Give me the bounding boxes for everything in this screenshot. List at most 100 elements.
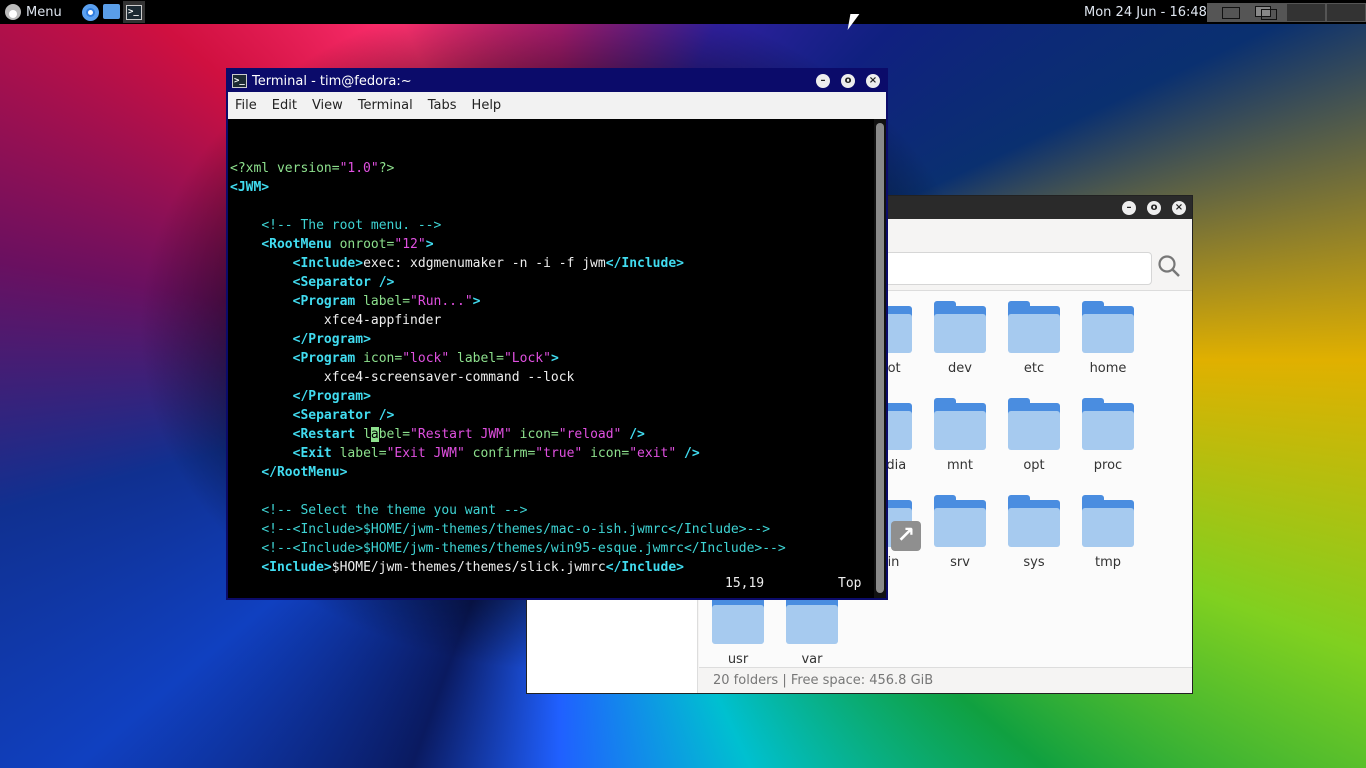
code-token: <Program (292, 294, 364, 309)
code-token: label= (449, 351, 504, 366)
code-token: <!-- The root menu. --> (261, 218, 442, 233)
code-token: </Program> (292, 389, 371, 404)
code-line: <Program label="Run..."> (230, 292, 874, 311)
folder-item[interactable]: mnt (929, 398, 991, 473)
chromium-icon[interactable] (82, 4, 99, 21)
code-token: <JWM> (230, 180, 270, 195)
folder-name: home (1089, 361, 1127, 376)
code-token: "Run..." (410, 294, 473, 309)
code-line: <Restart label="Restart JWM" icon="reloa… (230, 425, 874, 444)
folder-item[interactable]: sys (1003, 495, 1065, 570)
editor-text: <?xml version="1.0"?> <JWM> <!-- The root… (230, 159, 874, 598)
workspace-3[interactable] (1286, 3, 1326, 22)
menu-view[interactable]: View (312, 98, 343, 113)
folder-item[interactable]: opt (1003, 398, 1065, 473)
menu-help[interactable]: Help (472, 98, 502, 113)
code-line: </Program> (230, 330, 874, 349)
code-line: <!-- The root menu. --> (230, 216, 874, 235)
code-line: <Separator /> (230, 273, 874, 292)
folder-item[interactable]: dev (929, 301, 991, 376)
clock[interactable]: Mon 24 Jun - 16:48 (1084, 0, 1207, 24)
menu-file[interactable]: File (235, 98, 257, 113)
folder-item[interactable]: srv (929, 495, 991, 570)
code-token: exec: xdgmenumaker -n -i -f jwm (363, 256, 606, 271)
folder-icon (934, 301, 986, 353)
close-icon[interactable]: × (1172, 201, 1186, 215)
code-token: ?> (378, 161, 395, 176)
terminal-icon: >_ (126, 4, 142, 20)
code-token: "true" (535, 446, 583, 461)
code-token: /> (621, 427, 645, 442)
symlink-icon: ↗ (891, 521, 921, 551)
code-token: > (550, 351, 559, 366)
terminal-window: >_ Terminal - tim@fedora:~ – o × File Ed… (226, 68, 888, 600)
code-token: </Include> (605, 256, 684, 271)
file-manager-icon[interactable] (103, 4, 120, 19)
terminal-launcher[interactable]: >_ (123, 1, 145, 23)
code-line: <JWM> (230, 178, 874, 197)
code-token: "lock" (402, 351, 450, 366)
minimize-icon[interactable]: – (816, 74, 830, 88)
code-line: <Include>exec: xdgmenumaker -n -i -f jwm… (230, 254, 874, 273)
terminal-output[interactable]: <?xml version="1.0"?> <JWM> <!-- The root… (228, 119, 874, 598)
folder-icon (934, 495, 986, 547)
code-token: </Include> (605, 560, 684, 575)
text-cursor: a (370, 427, 379, 442)
menu-button[interactable]: Menu (5, 0, 62, 24)
code-token: label= (363, 294, 411, 309)
code-token: bel= (378, 427, 411, 442)
code-token: l (363, 427, 371, 442)
code-token: onroot= (339, 237, 395, 252)
scrollbar[interactable] (874, 119, 886, 598)
code-line: <!-- Where we can find the right icons -… (230, 596, 874, 598)
folder-item[interactable]: etc (1003, 301, 1065, 376)
folder-icon (1082, 495, 1134, 547)
folder-item[interactable]: home (1077, 301, 1139, 376)
workspace-2[interactable] (1246, 3, 1286, 22)
folder-name: usr (727, 652, 749, 667)
workspace-4[interactable] (1326, 3, 1366, 22)
folder-count: 20 folders (713, 673, 779, 688)
search-icon[interactable] (1157, 254, 1181, 278)
menu-edit[interactable]: Edit (272, 98, 297, 113)
folder-item[interactable]: tmp (1077, 495, 1139, 570)
code-line: xfce4-appfinder (230, 311, 874, 330)
close-icon[interactable]: × (866, 74, 880, 88)
code-token: label= (339, 446, 387, 461)
folder-item[interactable]: var (781, 592, 843, 667)
code-line: <Separator /> (230, 406, 874, 425)
code-token: $HOME/jwm-themes/themes/slick.jwmrc (331, 560, 606, 575)
folder-icon (934, 398, 986, 450)
folder-item[interactable]: usr (707, 592, 769, 667)
code-line: xfce4-screensaver-command --lock (230, 368, 874, 387)
code-line: <?xml version="1.0"?> (230, 159, 874, 178)
code-line: <Program icon="lock" label="Lock"> (230, 349, 874, 368)
code-line: </RootMenu> (230, 463, 874, 482)
menu-terminal[interactable]: Terminal (358, 98, 413, 113)
code-token: "1.0" (339, 161, 379, 176)
menu-tabs[interactable]: Tabs (428, 98, 457, 113)
workspace-1[interactable] (1207, 3, 1247, 22)
code-token: "Lock" (503, 351, 551, 366)
cursor-position: 15,19 (725, 576, 765, 591)
folder-name: dev (948, 361, 972, 376)
code-token: "exit" (629, 446, 677, 461)
code-token: icon= (363, 351, 403, 366)
status-separator: | (782, 673, 787, 688)
code-token: "12" (394, 237, 426, 252)
folder-item[interactable]: proc (1077, 398, 1139, 473)
minimize-icon[interactable]: – (1122, 201, 1136, 215)
terminal-title-bar[interactable]: >_ Terminal - tim@fedora:~ – o × (228, 70, 886, 92)
maximize-icon[interactable]: o (1147, 201, 1161, 215)
folder-name: opt (1023, 458, 1045, 473)
maximize-icon[interactable]: o (841, 74, 855, 88)
code-line: </Program> (230, 387, 874, 406)
scrollbar-thumb[interactable] (876, 123, 884, 593)
terminal-menu-bar: File Edit View Terminal Tabs Help (228, 92, 886, 119)
